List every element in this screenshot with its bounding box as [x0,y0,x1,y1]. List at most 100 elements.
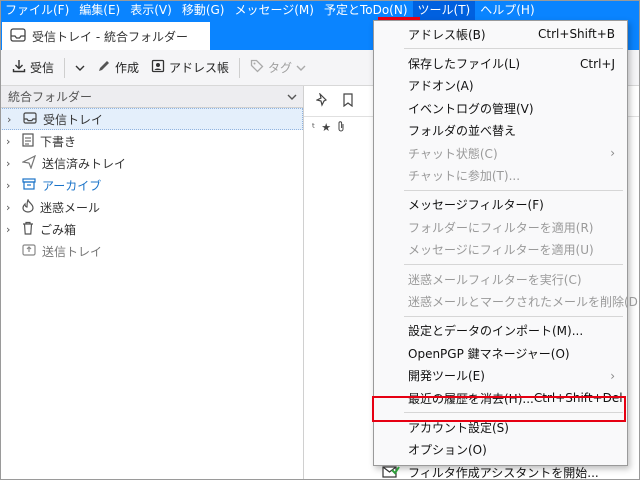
thread-column-icon[interactable]: ᵗ [312,121,315,134]
menu-bar: ファイル(F) 編集(E) 表示(V) 移動(G) メッセージ(M) 予定とTo… [0,0,640,20]
star-icon[interactable]: ★ [321,121,331,134]
folder-archive[interactable]: › アーカイブ [0,174,303,196]
menu-tools[interactable]: ツール(T) [412,0,476,20]
inbox-icon [23,111,37,127]
pin-icon[interactable] [315,91,330,110]
address-book-icon [151,59,165,76]
menu-item-saved-files[interactable]: 保存したファイル(L) Ctrl+J [374,52,627,74]
menu-item-label: 迷惑メールフィルターを実行(C) [408,272,582,287]
chevron-right-icon[interactable]: › [6,135,16,148]
get-mail-label: 受信 [30,61,55,75]
menu-help[interactable]: ヘルプ(H) [475,0,539,20]
folder-junk[interactable]: › 迷惑メール [0,196,303,218]
chevron-down-icon [287,90,297,104]
menu-item-run-filters-on-folder: フォルダーにフィルターを適用(R) [374,216,627,238]
menu-item-openpgp-key-manager[interactable]: OpenPGP 鍵マネージャー(O) [374,342,627,364]
tag-label: タグ [268,61,293,75]
menu-item-label: チャット状態(C) [408,146,498,161]
menu-go[interactable]: 移動(G) [177,0,230,20]
get-mail-button[interactable]: 受信 [6,55,60,81]
menu-item-chat-status: チャット状態(C) › [374,142,627,164]
folder-label: ごみ箱 [40,222,77,237]
menu-item-address-book[interactable]: アドレス帳(B) Ctrl+Shift+B [374,23,627,45]
menu-item-shortcut: Ctrl+J [580,56,615,71]
menu-item-label: フォルダの並べ替え [408,124,517,139]
menu-item-folder-sort[interactable]: フォルダの並べ替え [374,120,627,142]
menu-item-label: アドレス帳(B) [408,27,486,42]
chevron-right-icon[interactable]: › [6,223,16,236]
tab-inbox[interactable]: 受信トレイ - 統合フォルダー [2,22,210,50]
junk-icon [22,197,34,216]
menu-item-label: 迷惑メールとマークされたメールを削除(D) [408,294,640,309]
folder-inbox[interactable]: › 受信トレイ [0,108,303,130]
inbox-icon [10,27,26,45]
download-icon [12,59,26,76]
toolbar-separator [64,57,66,78]
chevron-right-icon[interactable]: › [6,201,16,214]
menu-item-label: 設定とデータのインポート(M)... [408,324,584,339]
folder-label: 迷惑メール [40,200,101,215]
account-settings-highlight-annotation [372,396,626,422]
menu-item-label: チャットに参加(T)... [408,169,521,184]
tag-button[interactable]: タグ [244,55,312,81]
menu-view[interactable]: 表示(V) [125,0,177,20]
trash-icon [22,221,34,238]
menu-item-delete-junk: 迷惑メールとマークされたメールを削除(D) [374,290,640,312]
tab-label: 受信トレイ - 統合フォルダー [32,29,188,44]
menu-item-run-filters-on-messages: メッセージにフィルターを適用(U) [374,239,627,261]
write-label: 作成 [115,61,140,75]
menu-file[interactable]: ファイル(F) [0,0,74,20]
chevron-down-icon [75,61,85,75]
folder-mode-label: 統合フォルダー [8,90,93,104]
menu-item-label: 開発ツール(E) [408,369,485,384]
menu-item-run-junk-controls: 迷惑メールフィルターを実行(C) [374,268,627,290]
draft-icon [22,132,34,150]
menu-edit[interactable]: 編集(E) [74,0,125,20]
folder-label: 受信トレイ [43,112,104,127]
folder-sent[interactable]: › 送信済みトレイ [0,152,303,174]
folder-drafts[interactable]: › 下書き [0,130,303,152]
outbox-icon [22,243,36,259]
archive-icon [22,177,36,193]
chevron-right-icon[interactable]: › [6,179,16,192]
toolbar-separator [239,57,241,78]
menu-item-label: イベントログの管理(V) [408,101,534,116]
menu-item-label: フィルタ作成アシスタントを開始... [408,465,599,480]
menu-item-label: メッセージフィルター(F) [408,198,544,213]
folder-mode-selector[interactable]: 統合フォルダー [0,86,303,108]
menu-item-import[interactable]: 設定とデータのインポート(M)... [374,320,627,342]
folder-pane: 統合フォルダー › 受信トレイ › 下書き › 送信済みトレイ › アーカイブ … [0,86,304,480]
menu-item-shortcut: Ctrl+Shift+B [538,27,615,42]
menu-item-activity-manager[interactable]: イベントログの管理(V) [374,97,627,119]
write-button[interactable]: 作成 [91,55,145,81]
menu-message[interactable]: メッセージ(M) [229,0,318,20]
menu-separator [404,48,623,50]
menu-item-message-filters[interactable]: メッセージフィルター(F) [374,194,627,216]
tag-icon [250,59,264,76]
menu-item-join-chat: チャットに参加(T)... [374,164,627,186]
bookmark-icon[interactable] [342,92,354,110]
tools-menu-underline-annotation [378,17,420,20]
menu-item-addons[interactable]: アドオン(A) [374,75,627,97]
sent-icon [21,154,37,172]
submenu-arrow-icon: › [610,146,615,161]
menu-item-developer-tools[interactable]: 開発ツール(E) › [374,364,627,386]
address-book-button[interactable]: アドレス帳 [145,55,235,81]
menu-separator [404,315,623,317]
menu-separator [404,189,623,191]
menu-item-label: OpenPGP 鍵マネージャー(O) [408,346,570,361]
folder-outbox[interactable]: 送信トレイ [0,240,303,262]
submenu-arrow-icon: › [610,368,615,383]
get-mail-dropdown[interactable] [69,55,91,81]
folder-label: 下書き [40,134,77,149]
attachment-icon[interactable] [337,120,345,135]
address-book-label: アドレス帳 [169,61,230,75]
menu-item-label: 保存したファイル(L) [408,57,521,72]
folder-label: 送信済みトレイ [42,156,127,171]
chevron-right-icon[interactable]: › [7,113,17,126]
menu-item-label: オプション(O) [408,443,487,458]
menu-item-options[interactable]: オプション(O) [374,439,627,461]
folder-trash[interactable]: › ごみ箱 [0,218,303,240]
chevron-right-icon[interactable]: › [6,157,16,170]
pencil-icon [97,59,111,76]
